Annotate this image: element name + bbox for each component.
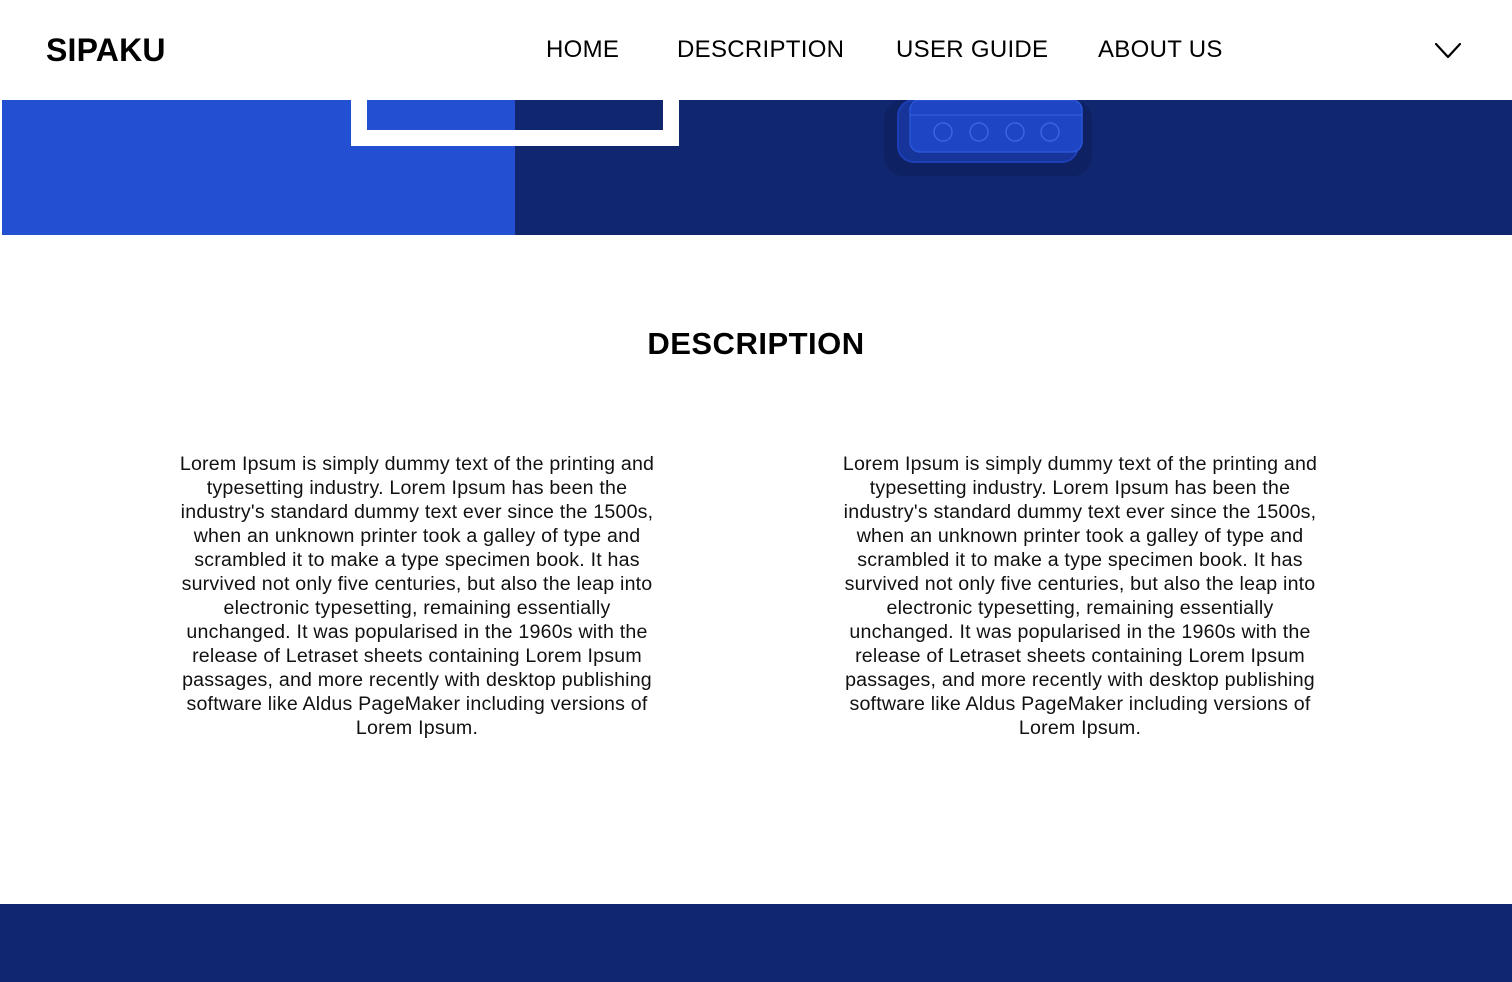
brand-logo[interactable]: SIPAKU	[46, 30, 166, 70]
nav-description[interactable]: DESCRIPTION	[677, 36, 844, 64]
description-text-left: Lorem Ipsum is simply dummy text of the …	[179, 453, 655, 739]
menu-toggle-button[interactable]	[1433, 38, 1463, 62]
footer	[0, 904, 1512, 982]
hero-frame	[351, 100, 679, 146]
description-text-right: Lorem Ipsum is simply dummy text of the …	[842, 453, 1318, 739]
nav-user-guide[interactable]: USER GUIDE	[896, 36, 1048, 64]
device-illustration	[884, 100, 1092, 176]
hero-frame-inner-left	[367, 100, 515, 130]
chevron-down-icon	[1434, 42, 1462, 59]
hero-banner	[2, 100, 1512, 235]
nav-about-us[interactable]: ABOUT US	[1098, 36, 1223, 64]
page: SIPAKU HOME DESCRIPTION USER GUIDE ABOUT…	[0, 0, 1512, 982]
section-title: DESCRIPTION	[647, 326, 865, 361]
nav-home[interactable]: HOME	[546, 36, 619, 64]
hero-frame-inner-right	[515, 100, 663, 130]
navbar: SIPAKU HOME DESCRIPTION USER GUIDE ABOUT…	[0, 0, 1512, 100]
